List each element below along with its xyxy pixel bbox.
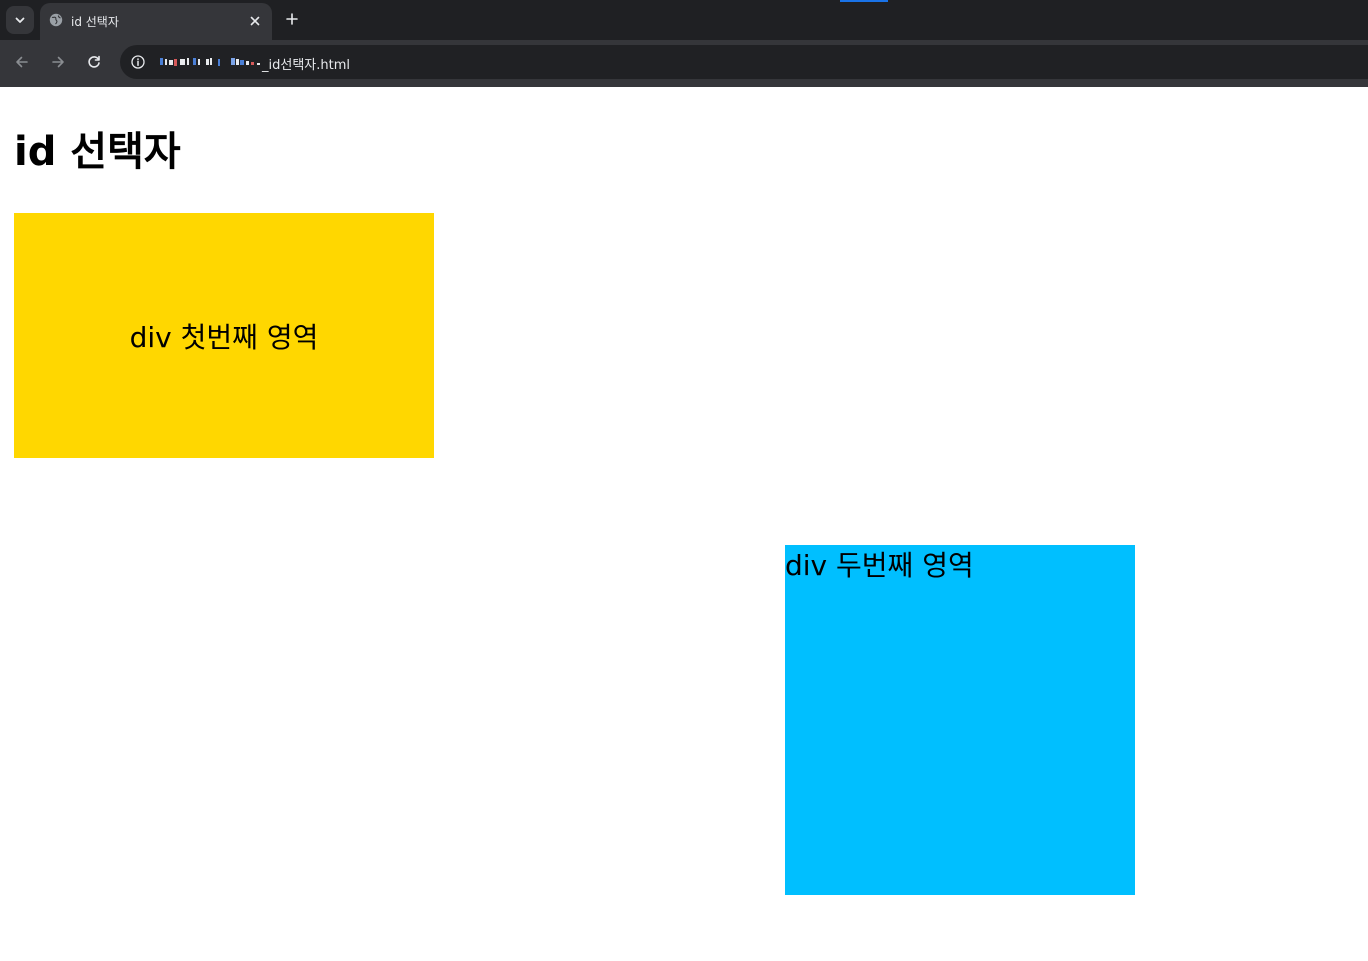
page-title: id 선택자	[14, 129, 181, 175]
new-tab-button[interactable]	[282, 9, 302, 29]
chevron-down-icon	[15, 17, 25, 23]
site-info-button[interactable]	[129, 53, 147, 71]
browser-toolbar: _id선택자.html	[0, 40, 1368, 87]
info-icon	[131, 55, 145, 69]
tab-close-button[interactable]	[246, 12, 264, 30]
second-div-box: div 두번째 영역	[785, 545, 1135, 895]
arrow-right-icon	[52, 56, 64, 68]
reload-button[interactable]	[84, 52, 104, 72]
tab-active[interactable]: id 선택자	[40, 3, 272, 40]
globe-icon	[49, 13, 63, 27]
back-button[interactable]	[12, 52, 32, 72]
plus-icon	[286, 13, 298, 25]
browser-chrome: id 선택자 _id선택자.html	[0, 0, 1368, 87]
arrow-left-icon	[16, 56, 28, 68]
redacted-url-prefix	[160, 58, 260, 66]
address-bar[interactable]: _id선택자.html	[120, 45, 1368, 79]
tab-search-button[interactable]	[6, 6, 34, 34]
first-div-box: div 첫번째 영역	[14, 213, 434, 458]
first-div-label: div 첫번째 영역	[129, 320, 319, 354]
window-accent-bar	[840, 0, 888, 2]
reload-icon	[88, 55, 100, 68]
second-div-label: div 두번째 영역	[785, 549, 974, 582]
close-icon	[250, 16, 260, 26]
tab-title: id 선택자	[71, 15, 119, 29]
forward-button[interactable]	[48, 52, 68, 72]
url-text: _id선택자.html	[262, 58, 350, 73]
tab-strip: id 선택자	[0, 0, 1368, 40]
